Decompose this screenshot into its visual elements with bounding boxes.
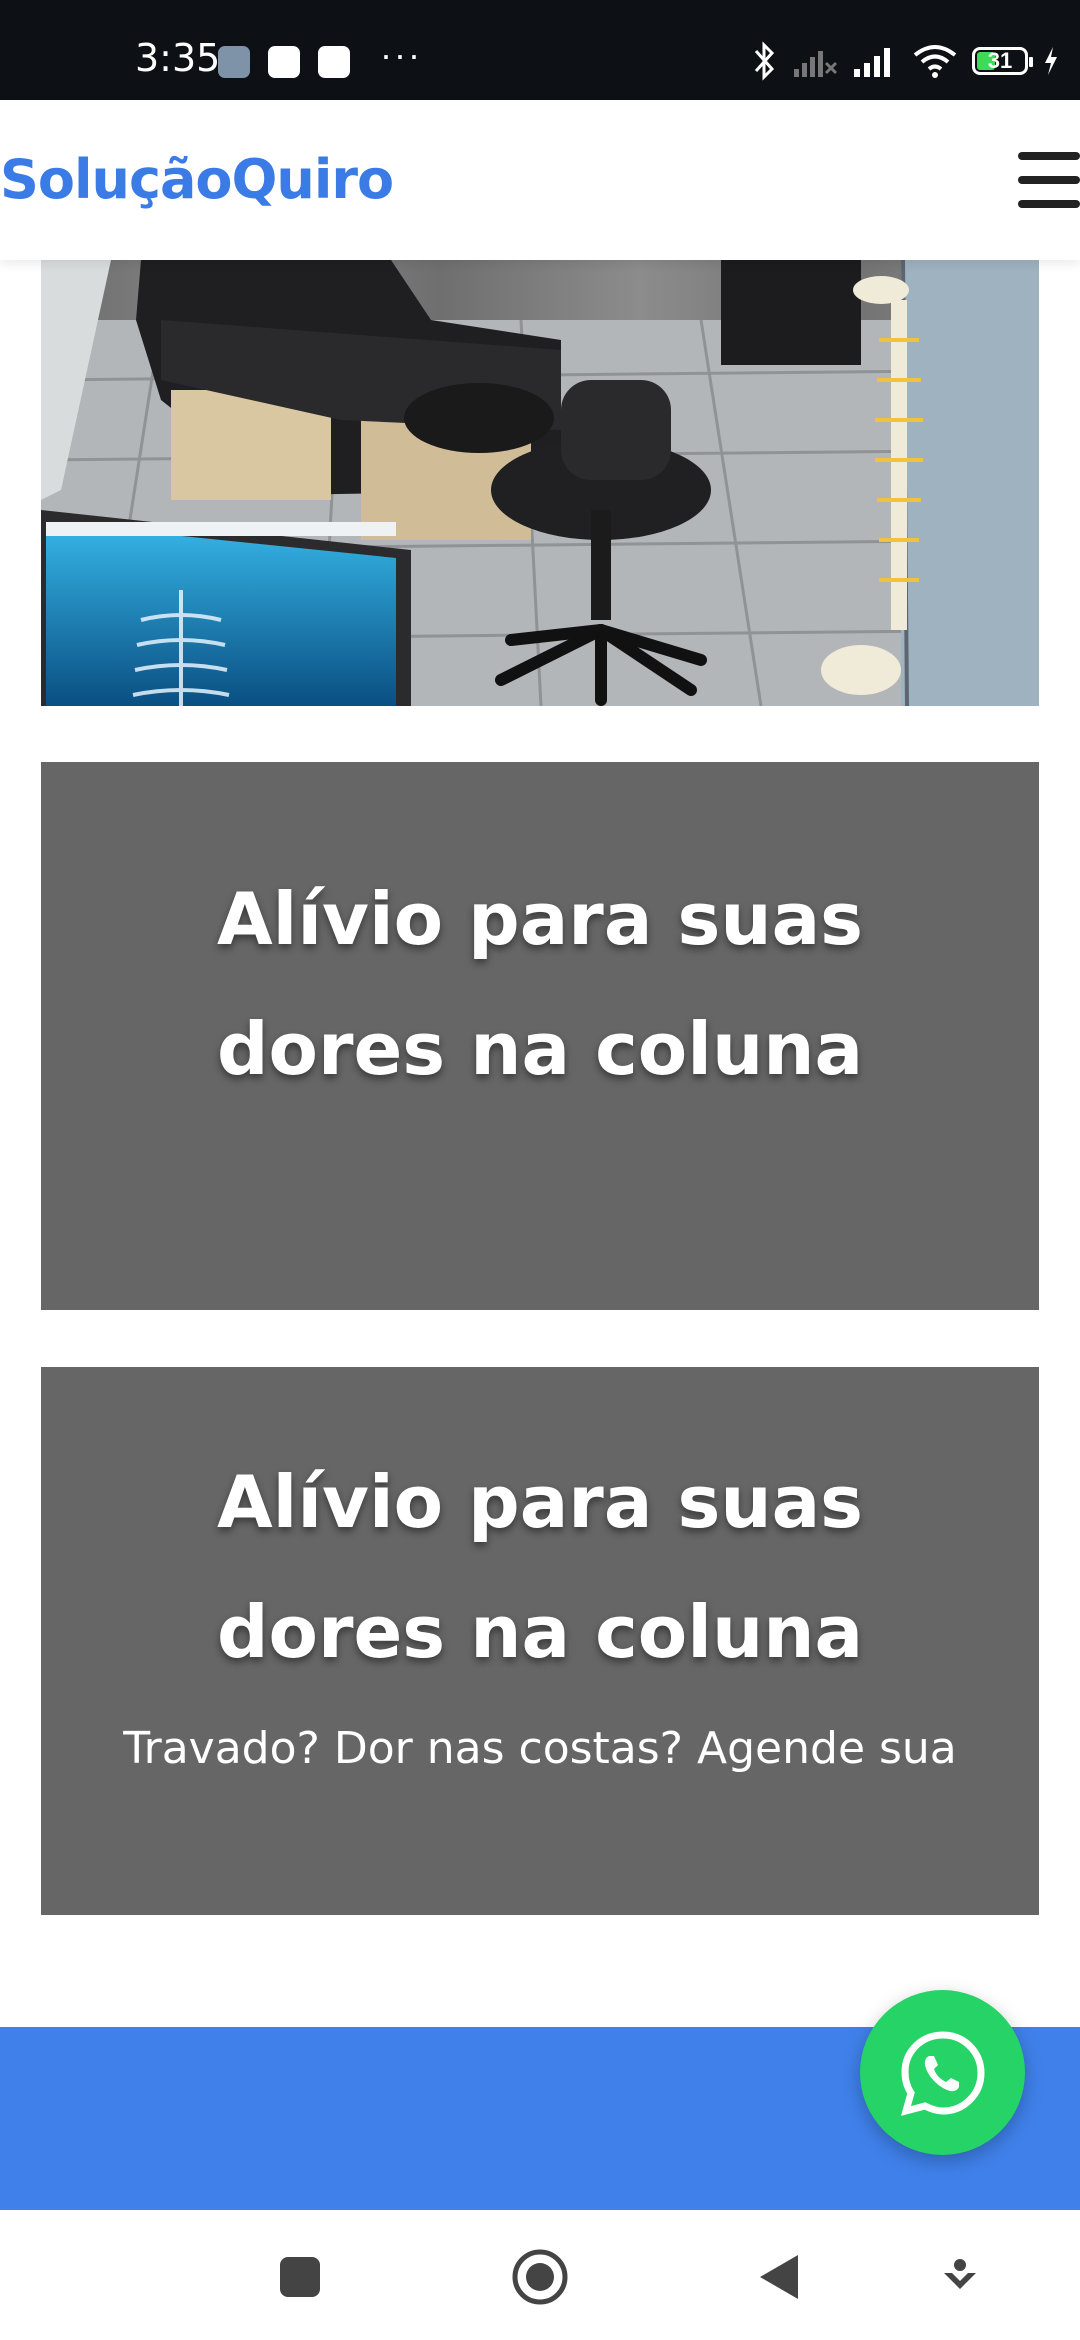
status-bar: 3:35 ··· 31 bbox=[0, 0, 1080, 100]
banner-text: Travado? Dor nas costas? Agende sua bbox=[123, 1723, 957, 1774]
status-time: 3:35 bbox=[135, 36, 221, 80]
promo-banner: Alívio para suas dores na coluna bbox=[41, 762, 1039, 1310]
system-nav-bar bbox=[0, 2210, 1080, 2340]
app-notification-icon bbox=[268, 46, 300, 78]
promo-banner: Alívio para suas dores na coluna Travado… bbox=[41, 1367, 1039, 1915]
signal-icon bbox=[854, 48, 890, 77]
banner-title: Alívio para suas dores na coluna bbox=[216, 877, 864, 1091]
whatsapp-button[interactable] bbox=[860, 1990, 1025, 2155]
clinic-photo bbox=[41, 260, 1039, 706]
banner-title: Alívio para suas dores na coluna bbox=[216, 1460, 864, 1674]
bluetooth-icon bbox=[754, 41, 775, 81]
home-icon[interactable] bbox=[510, 2247, 570, 2307]
whatsapp-icon bbox=[900, 2030, 985, 2116]
charging-icon bbox=[1045, 47, 1057, 75]
more-dots-icon: ··· bbox=[380, 34, 422, 75]
battery-icon: 31 bbox=[972, 47, 1033, 75]
battery-level: 31 bbox=[987, 48, 1013, 73]
gallery-notification-icon bbox=[218, 46, 250, 78]
recents-icon[interactable] bbox=[278, 2255, 322, 2299]
hamburger-menu-icon[interactable] bbox=[1018, 152, 1080, 208]
app-notification-icon bbox=[318, 46, 350, 78]
site-header: SoluçãoQuiro bbox=[0, 100, 1080, 260]
assist-icon[interactable] bbox=[940, 2257, 980, 2297]
back-icon[interactable] bbox=[758, 2253, 800, 2301]
wifi-icon bbox=[913, 45, 957, 78]
no-signal-icon bbox=[794, 51, 838, 77]
brand-logo[interactable]: SoluçãoQuiro bbox=[0, 148, 394, 211]
